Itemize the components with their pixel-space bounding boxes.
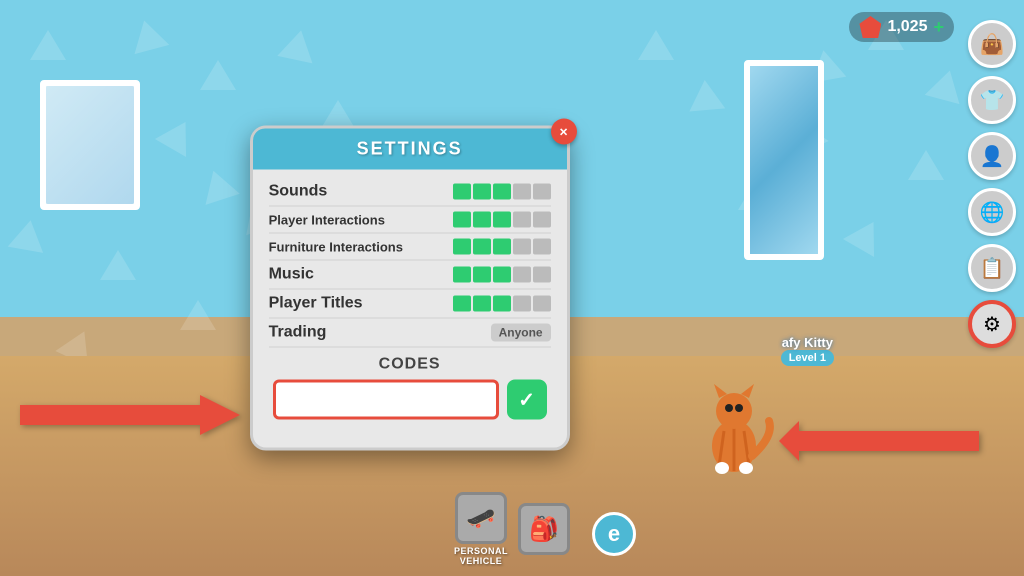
sidebar-right: 👜 👕 👤 🌐 📋 ⚙ <box>968 20 1016 348</box>
trading-dropdown[interactable]: Anyone <box>491 324 551 342</box>
furniture-interactions-toggle[interactable] <box>453 239 551 255</box>
player-titles-row: Player Titles <box>269 290 551 319</box>
shirt-sidebar-icon[interactable]: 👕 <box>968 76 1016 124</box>
settings-modal: SETTINGS × Sounds Player Interactions <box>250 126 570 451</box>
music-row: Music <box>269 261 551 290</box>
toggle-seg-5[interactable] <box>533 184 551 200</box>
modal-body: Sounds Player Interactions <box>253 170 567 428</box>
player-interactions-toggle[interactable] <box>453 212 551 228</box>
music-toggle[interactable] <box>453 267 551 283</box>
backpack-icon[interactable]: 🎒 <box>518 503 570 555</box>
backpack-item[interactable]: 🎒 <box>518 503 570 555</box>
gem-icon <box>859 16 881 38</box>
globe-sidebar-icon[interactable]: 🌐 <box>968 188 1016 236</box>
vehicle-icon[interactable]: 🛹 <box>455 492 507 544</box>
toggle-seg-3[interactable] <box>493 184 511 200</box>
gear-icon: ⚙ <box>983 312 1001 337</box>
modal-overlay: SETTINGS × Sounds Player Interactions <box>250 126 570 451</box>
close-button[interactable]: × <box>551 119 577 145</box>
toggle-seg-1[interactable] <box>453 184 471 200</box>
code-submit-button[interactable]: ✓ <box>507 380 547 420</box>
arrow-left-indicator <box>20 395 240 440</box>
bottom-bar: 🛹 PERSONALVEHICLE 🎒 <box>454 492 570 566</box>
player-name: afy Kitty <box>781 335 834 350</box>
modal-header: SETTINGS × <box>253 129 567 170</box>
window-right <box>744 60 824 260</box>
window-left <box>40 80 140 210</box>
furniture-interactions-label: Furniture Interactions <box>269 239 403 254</box>
arrow-right-indicator <box>779 421 979 466</box>
codes-label: CODES <box>269 348 551 380</box>
player-titles-toggle[interactable] <box>453 296 551 312</box>
globe-icon: 🌐 <box>980 200 1005 225</box>
gear-sidebar-icon[interactable]: ⚙ <box>968 300 1016 348</box>
player-interactions-row: Player Interactions <box>269 207 551 234</box>
currency-plus-button[interactable]: + <box>933 17 944 38</box>
modal-title: SETTINGS <box>357 139 463 159</box>
currency-display: 1,025 + <box>849 12 954 42</box>
level-badge: Level 1 <box>781 350 834 366</box>
person-sidebar-icon[interactable]: 👤 <box>968 132 1016 180</box>
toggle-seg-4[interactable] <box>513 184 531 200</box>
e-button[interactable]: e <box>592 512 636 556</box>
trading-label: Trading <box>269 324 327 342</box>
bag-icon: 👜 <box>980 32 1005 57</box>
player-titles-label: Player Titles <box>269 295 363 313</box>
vehicle-label: PERSONALVEHICLE <box>454 546 508 566</box>
name-tag: afy Kitty Level 1 <box>781 335 834 366</box>
sounds-row: Sounds <box>269 178 551 207</box>
codes-row: ✓ <box>269 380 551 420</box>
cat-character <box>694 376 774 476</box>
toggle-seg-2[interactable] <box>473 184 491 200</box>
code-input[interactable] <box>273 380 499 420</box>
sounds-label: Sounds <box>269 183 328 201</box>
shirt-icon: 👕 <box>980 88 1005 113</box>
person-icon: 👤 <box>980 144 1005 169</box>
bag-sidebar-icon[interactable]: 👜 <box>968 20 1016 68</box>
trading-row: Trading Anyone <box>269 319 551 348</box>
player-interactions-label: Player Interactions <box>269 212 385 227</box>
furniture-interactions-row: Furniture Interactions <box>269 234 551 261</box>
vehicle-item[interactable]: 🛹 PERSONALVEHICLE <box>454 492 508 566</box>
currency-amount: 1,025 <box>887 18 927 36</box>
sounds-toggle[interactable] <box>453 184 551 200</box>
music-label: Music <box>269 266 314 284</box>
clipboard-sidebar-icon[interactable]: 📋 <box>968 244 1016 292</box>
clipboard-icon: 📋 <box>980 256 1005 281</box>
